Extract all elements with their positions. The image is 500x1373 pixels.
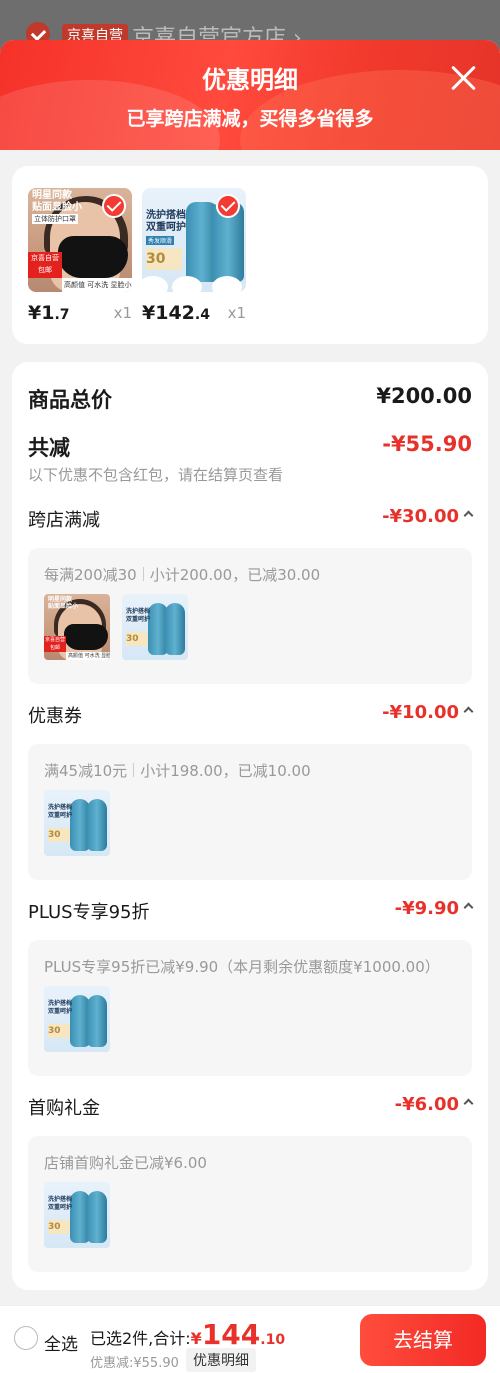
sheet-title: 优惠明细 [202, 66, 298, 94]
selected-summary: 已选2件,合计:¥144.10 [90, 1318, 286, 1351]
promo-name: 优惠券 [28, 706, 82, 727]
promo-name: PLUS专享95折 [28, 902, 150, 923]
selected-check-icon [216, 194, 240, 218]
product-item[interactable]: 明星同款 贴面显脸小 立体防护口罩 京喜自营 包邮 高颜值 可水洗 显脸小 ¥1.7… [28, 188, 132, 324]
product-price: ¥1.7 [28, 302, 70, 324]
promo-header[interactable]: 跨店满减 -¥30.00 [28, 506, 474, 536]
selected-check-icon [102, 194, 126, 218]
promo-desc: 店铺首购礼金已减¥6.00 [44, 1154, 207, 1172]
promo-section: 优惠券 -¥10.00 满45减10元 小计198.00，已减10.00 洗护搭档… [28, 702, 474, 880]
product-thumb: 洗护搭档 双重呵护 30 [44, 1182, 110, 1248]
checkout-button[interactable]: 去结算 [360, 1314, 486, 1366]
select-all-label[interactable]: 全选 [44, 1330, 78, 1355]
promo-amount: -¥10.00 [382, 702, 474, 723]
promo-section: 跨店满减 -¥30.00 每满200减30 小计200.00，已减30.00 明星… [28, 506, 474, 684]
total-reduce-label: 共减 [28, 436, 70, 460]
product-image: 明星同款 贴面显脸小 立体防护口罩 京喜自营 包邮 高颜值 可水洗 显脸小 [28, 188, 132, 292]
promo-section: PLUS专享95折 -¥9.90 PLUS专享95折已减¥9.90（本月剩余优惠… [28, 898, 474, 1076]
product-qty: x1 [113, 304, 132, 322]
product-thumb: 洗护搭档 双重呵护 30 [44, 790, 110, 856]
discount-detail-button[interactable]: 优惠明细 [186, 1348, 256, 1372]
promo-name: 首购礼金 [28, 1098, 100, 1119]
select-all-radio[interactable] [14, 1326, 38, 1350]
promo-section: 首购礼金 -¥6.00 店铺首购礼金已减¥6.00 洗护搭档 双重呵护 30 [28, 1094, 474, 1272]
chevron-up-icon [463, 902, 474, 913]
total-price-value: ¥200.00 [376, 384, 472, 408]
chevron-up-icon [463, 510, 474, 521]
total-price-label: 商品总价 [28, 388, 112, 412]
promo-header[interactable]: PLUS专享95折 -¥9.90 [28, 898, 474, 928]
product-item[interactable]: 洗护搭档 双重呵护 秀发顺滑 30 ¥142.4 x1 [142, 188, 246, 324]
checkout-bar: 全选 已选2件,合计:¥144.10 优惠减:¥55.90 优惠明细 去结算 [0, 1305, 500, 1373]
product-thumb: 洗护搭档 双重呵护 30 [44, 986, 110, 1052]
sheet-header: 优惠明细 已享跨店满减，买得多省得多 [0, 40, 500, 150]
total-amount: ¥144.10 [190, 1318, 286, 1351]
promo-header[interactable]: 优惠券 -¥10.00 [28, 702, 474, 732]
product-thumb: 明星同款贴面显脸小京喜自营包邮高颜值 可水洗 显脸小 [44, 594, 110, 660]
promo-detail-box: 店铺首购礼金已减¥6.00 洗护搭档 双重呵护 30 [28, 1136, 472, 1272]
close-icon[interactable] [448, 62, 480, 94]
promo-desc: 每满200减30 小计200.00，已减30.00 [44, 566, 321, 584]
promo-header[interactable]: 首购礼金 -¥6.00 [28, 1094, 474, 1124]
sheet-subtitle: 已享跨店满减，买得多省得多 [126, 108, 374, 130]
product-price: ¥142.4 [142, 302, 210, 324]
promo-name: 跨店满减 [28, 510, 100, 531]
chevron-up-icon [463, 706, 474, 717]
discount-note: 以下优惠不包含红包，请在结算页查看 [28, 466, 284, 484]
summary-card: 商品总价 ¥200.00 共减 -¥55.90 以下优惠不包含红包，请在结算页查… [12, 362, 488, 1290]
promo-detail-box: 满45减10元 小计198.00，已减10.00 洗护搭档 双重呵护 30 [28, 744, 472, 880]
promo-amount: -¥30.00 [382, 506, 474, 527]
promo-amount: -¥9.90 [395, 898, 474, 919]
promo-desc: PLUS专享95折已减¥9.90（本月剩余优惠额度¥1000.00） [44, 958, 440, 976]
promo-desc: 满45减10元 小计198.00，已减10.00 [44, 762, 311, 780]
promo-detail-box: 每满200减30 小计200.00，已减30.00 明星同款 贴面显脸小 京喜自营 包邮… [28, 548, 472, 684]
product-qty: x1 [227, 304, 246, 322]
products-card: 明星同款 贴面显脸小 立体防护口罩 京喜自营 包邮 高颜值 可水洗 显脸小 ¥1.7… [12, 166, 488, 344]
product-thumb: 洗护搭档 双重呵护 30 [122, 594, 188, 660]
chevron-up-icon [463, 1098, 474, 1109]
promo-amount: -¥6.00 [395, 1094, 474, 1115]
discount-summary: 优惠减:¥55.90 [90, 1356, 179, 1371]
total-reduce-value: -¥55.90 [382, 432, 472, 456]
product-image: 洗护搭档 双重呵护 秀发顺滑 30 [142, 188, 246, 292]
promo-detail-box: PLUS专享95折已减¥9.90（本月剩余优惠额度¥1000.00） 洗护搭档双… [28, 940, 472, 1076]
